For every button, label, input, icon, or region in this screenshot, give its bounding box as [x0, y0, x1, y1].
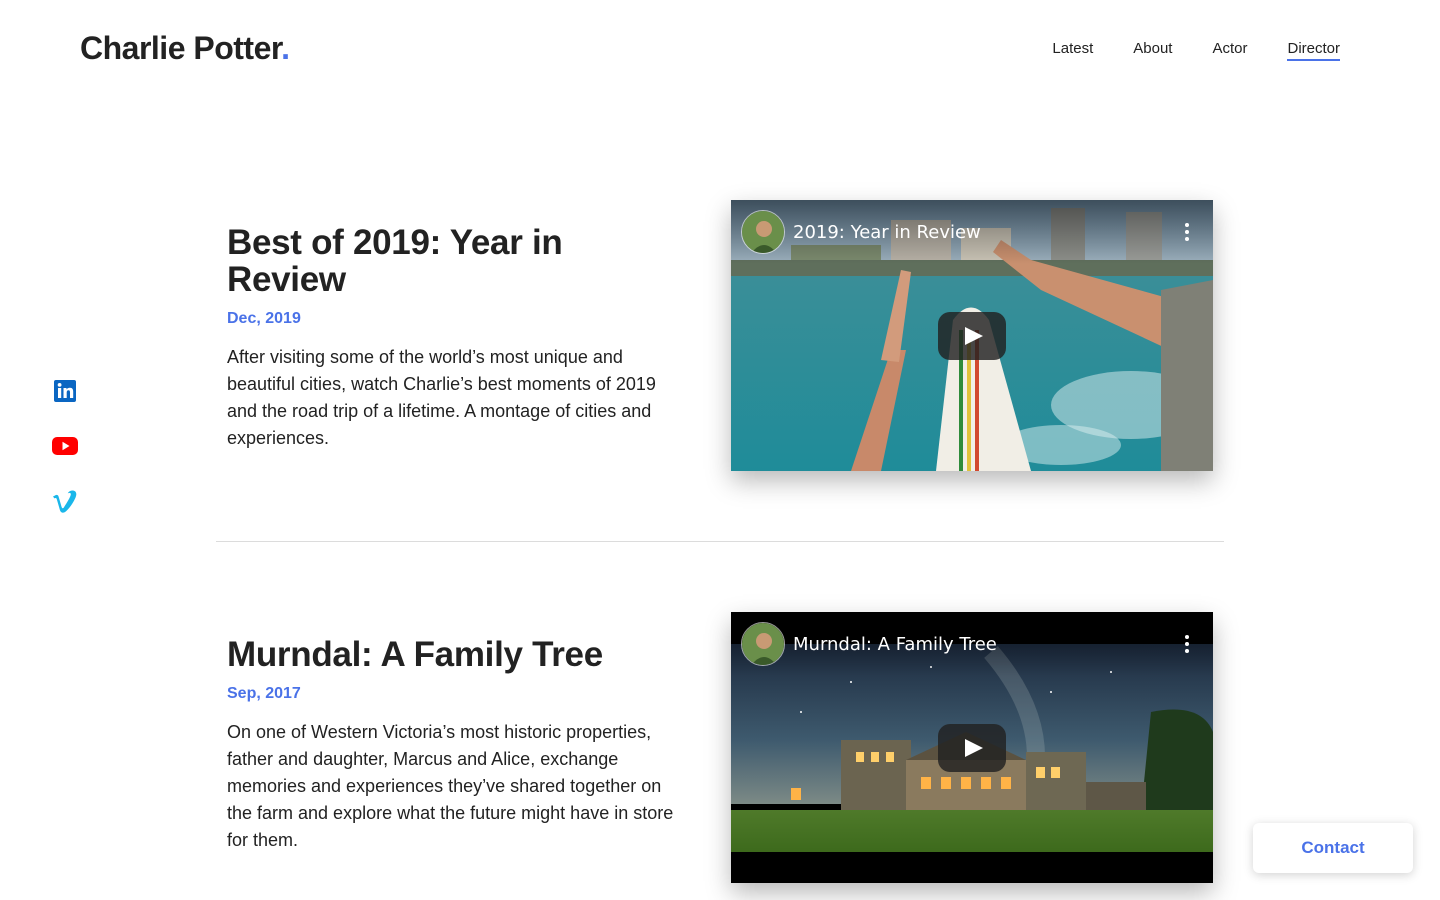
nav-item-actor[interactable]: Actor	[1212, 40, 1247, 61]
channel-avatar[interactable]	[741, 210, 785, 254]
play-icon	[965, 739, 983, 757]
youtube-icon[interactable]	[52, 433, 78, 460]
brand-dot: .	[281, 30, 290, 66]
video-player[interactable]: 2019: Year in Review	[731, 200, 1213, 471]
post-title: Best of 2019: Year in Review	[227, 223, 563, 299]
main-nav: Latest About Actor Director	[1052, 40, 1340, 61]
post-date: Dec, 2019	[227, 310, 301, 327]
play-button[interactable]	[938, 724, 1006, 772]
contact-button[interactable]: Contact	[1253, 823, 1413, 873]
nav-item-about[interactable]: About	[1133, 40, 1172, 61]
site-logo[interactable]: Charlie Potter.	[80, 30, 290, 67]
social-links	[52, 378, 78, 515]
brand-name: Charlie Potter	[80, 30, 282, 66]
nav-item-director[interactable]: Director	[1287, 40, 1340, 61]
video-title[interactable]: Murndal: A Family Tree	[793, 634, 997, 655]
linkedin-icon[interactable]	[52, 378, 78, 405]
video-player[interactable]: Murndal: A Family Tree	[731, 612, 1213, 883]
nav-item-latest[interactable]: Latest	[1052, 40, 1093, 61]
post-description: After visiting some of the world’s most …	[227, 347, 656, 448]
video-title[interactable]: 2019: Year in Review	[793, 222, 981, 243]
post-date: Sep, 2017	[227, 685, 301, 702]
channel-avatar[interactable]	[741, 622, 785, 666]
post-text: Murndal: A Family Tree Sep, 2017 On one …	[227, 636, 677, 872]
post-text: Best of 2019: Year in Review Dec, 2019 A…	[227, 224, 677, 470]
more-vert-icon[interactable]	[1183, 634, 1191, 654]
vimeo-icon[interactable]	[52, 488, 78, 515]
more-vert-icon[interactable]	[1183, 222, 1191, 242]
post-title: Murndal: A Family Tree	[227, 635, 603, 674]
post-divider	[216, 541, 1224, 542]
post-description: On one of Western Victoria’s most histor…	[227, 722, 674, 850]
play-icon	[965, 327, 983, 345]
play-button[interactable]	[938, 312, 1006, 360]
